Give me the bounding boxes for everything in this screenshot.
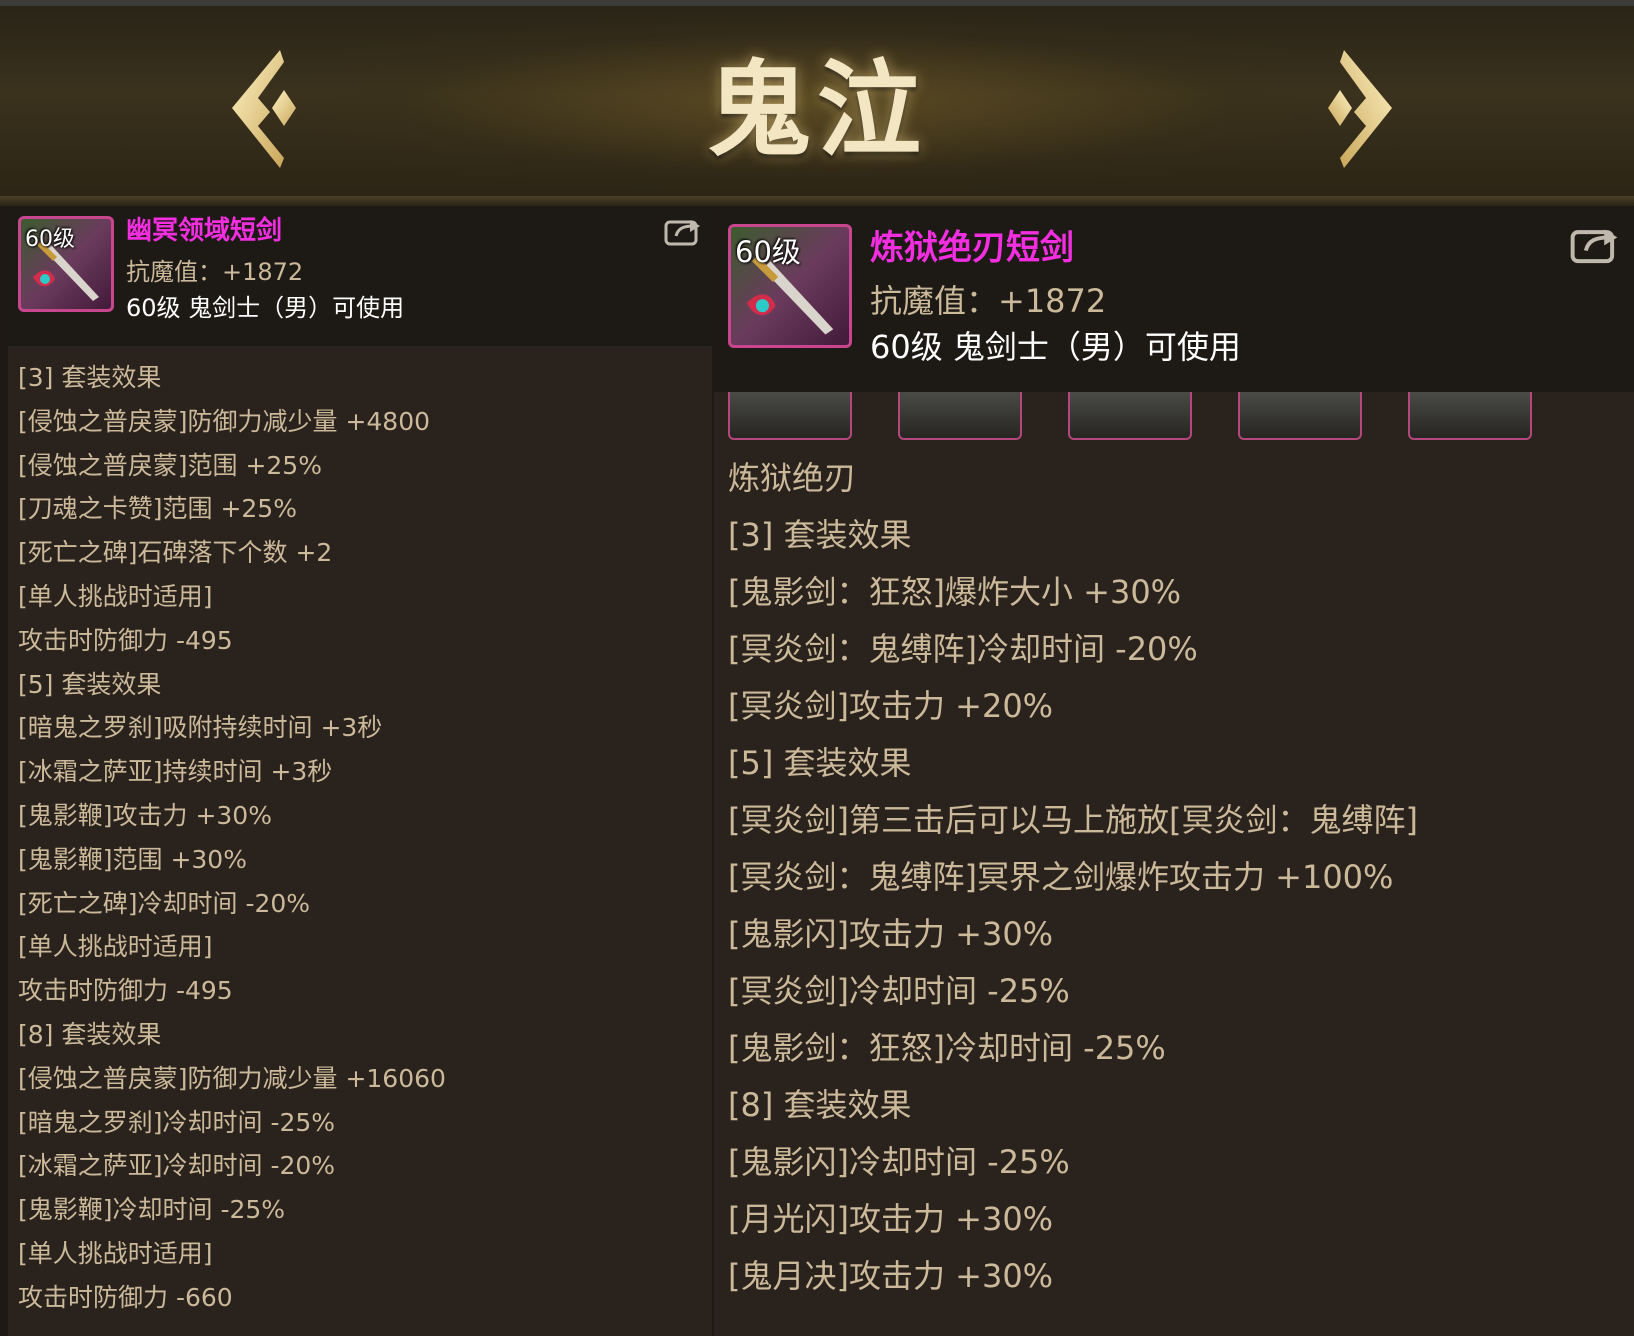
set-effect-line: [单人挑战时适用] [18, 581, 213, 611]
set-effect-line: [鬼影剑：狂怒]爆炸大小 +30% [728, 573, 1182, 611]
arrow-left-icon [232, 50, 296, 168]
right-item-usable: 60级 鬼剑士（男）可使用 [870, 328, 1241, 366]
set-effect-line: [鬼影鞭]攻击力 +30% [18, 800, 272, 830]
set-effect-line: [3] 套装效果 [18, 363, 162, 392]
set-effect-line: [鬼影剑：狂怒]冷却时间 -25% [728, 1029, 1166, 1067]
set-effect-line: [鬼月决]攻击力 +30% [728, 1257, 1054, 1295]
set-effect-line: [鬼影闪]冷却时间 -25% [728, 1143, 1070, 1181]
set-effect-line: [死亡之碑]冷却时间 -20% [18, 888, 311, 918]
right-share-button[interactable] [1570, 224, 1620, 264]
set-effect-line: [鬼影鞭]冷却时间 -25% [18, 1195, 286, 1225]
set-item-slots [728, 392, 1628, 442]
set-effect-line: [冥炎剑]第三击后可以马上施放[冥炎剑：鬼缚阵] [728, 801, 1418, 839]
set-effect-line: [侵蚀之普戾蒙]范围 +25% [18, 450, 322, 480]
right-set-effects: 炼狱绝刃 [3] 套装效果 [鬼影剑：狂怒]爆炸大小 +30% [冥炎剑：鬼缚阵]冷… [728, 450, 1628, 1305]
set-effect-line: [单人挑战时适用] [18, 1238, 213, 1268]
set-effect-line: [暗鬼之罗刹]吸附持续时间 +3秒 [18, 713, 383, 743]
set-effect-line: [鬼影闪]攻击力 +30% [728, 915, 1054, 953]
right-item-header: 60级 炼狱绝刃短剑 抗魔值：+1872 60级 鬼剑士（男）可使用 [714, 206, 1634, 392]
next-arrow-button[interactable] [1312, 46, 1402, 176]
set-slot[interactable] [898, 392, 1022, 440]
set-effect-line: [单人挑战时适用] [18, 932, 213, 962]
left-item-header: 60级 幽冥领域短剑 抗魔值：+1872 60级 鬼剑士（男）可使用 [8, 206, 712, 346]
right-item-level: 60级 [735, 235, 801, 269]
left-item-panel: 60级 幽冥领域短剑 抗魔值：+1872 60级 鬼剑士（男）可使用 [3] 套… [8, 206, 712, 1336]
set-effect-line: 攻击时防御力 -495 [18, 625, 233, 655]
left-item-icon[interactable]: 60级 [18, 216, 114, 312]
right-item-name: 炼狱绝刃短剑 [870, 228, 1074, 268]
set-effect-line: [月光闪]攻击力 +30% [728, 1200, 1054, 1238]
set-name: 炼狱绝刃 [728, 459, 857, 497]
set-effect-line: [刀魂之卡赞]范围 +25% [18, 494, 297, 524]
set-effect-line: [冰霜之萨亚]持续时间 +3秒 [18, 757, 333, 787]
set-effect-line: [5] 套装效果 [728, 744, 912, 782]
set-slot[interactable] [1068, 392, 1192, 440]
set-effect-line: 攻击时防御力 -495 [18, 976, 233, 1006]
share-icon [1570, 229, 1618, 264]
prev-arrow-button[interactable] [222, 46, 312, 176]
right-item-stat: 抗魔值：+1872 [870, 282, 1107, 320]
set-slot[interactable] [728, 392, 852, 440]
right-item-panel: 60级 炼狱绝刃短剑 抗魔值：+1872 60级 鬼剑士（男）可使用 炼狱绝刃 … [714, 206, 1634, 1336]
set-slot[interactable] [1408, 392, 1532, 440]
arrow-right-icon [1328, 50, 1392, 168]
left-set-effects: [3] 套装效果 [侵蚀之普戾蒙]防御力减少量 +4800 [侵蚀之普戾蒙]范围 +… [18, 356, 708, 1320]
left-item-level: 60级 [25, 227, 75, 252]
set-effect-line: [冥炎剑：鬼缚阵]冥界之剑爆炸攻击力 +100% [728, 858, 1394, 896]
left-item-usable: 60级 鬼剑士（男）可使用 [126, 294, 405, 322]
left-share-button[interactable] [664, 216, 702, 246]
header-bar: 鬼泣 [0, 0, 1634, 206]
set-effect-line: 攻击时防御力 -660 [18, 1282, 233, 1312]
set-effect-line: [8] 套装效果 [18, 1019, 162, 1049]
header-divider [0, 196, 1634, 206]
set-effect-line: [冥炎剑]攻击力 +20% [728, 687, 1054, 725]
share-icon [664, 220, 700, 246]
set-effect-line: [8] 套装效果 [728, 1086, 912, 1124]
set-slot[interactable] [1238, 392, 1362, 440]
set-effect-line: [3] 套装效果 [728, 516, 912, 554]
set-effect-line: [暗鬼之罗刹]冷却时间 -25% [18, 1107, 336, 1137]
set-effect-line: [鬼影鞭]范围 +30% [18, 844, 247, 874]
left-item-name: 幽冥领域短剑 [126, 216, 283, 246]
set-effect-line: [冰霜之萨亚]冷却时间 -20% [18, 1151, 336, 1181]
right-item-icon[interactable]: 60级 [728, 224, 852, 348]
set-effect-line: [侵蚀之普戾蒙]防御力减少量 +16060 [18, 1063, 446, 1093]
set-effect-line: [侵蚀之普戾蒙]防御力减少量 +4800 [18, 406, 431, 436]
set-effect-line: [5] 套装效果 [18, 669, 162, 699]
left-item-stat: 抗魔值：+1872 [126, 258, 304, 286]
set-effect-line: [冥炎剑]冷却时间 -25% [728, 972, 1070, 1010]
set-effect-line: [死亡之碑]石碑落下个数 +2 [18, 538, 333, 568]
set-effect-line: [冥炎剑：鬼缚阵]冷却时间 -20% [728, 630, 1198, 668]
